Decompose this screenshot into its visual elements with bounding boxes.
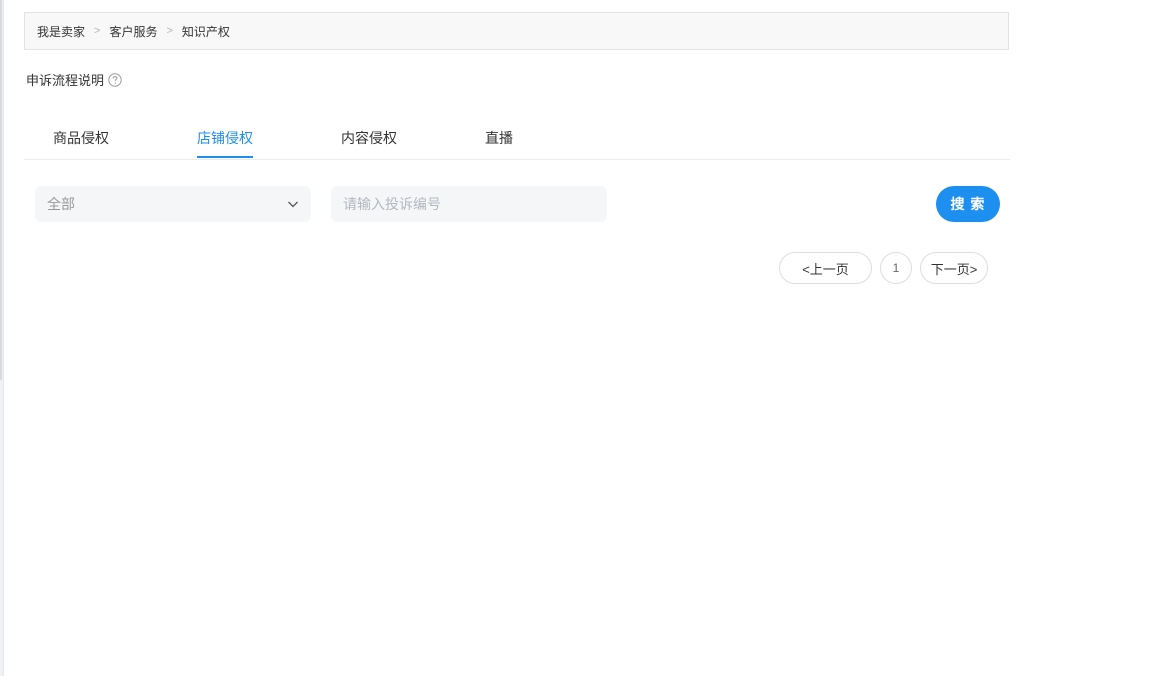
appeal-process-help[interactable]: 申诉流程说明 [26,70,122,89]
breadcrumb-item-seller[interactable]: 我是卖家 [37,23,85,40]
breadcrumb-separator: > [94,25,101,37]
left-edge-bar [0,0,4,676]
tab-bar: 商品侵权 店铺侵权 内容侵权 直播 [24,116,1010,160]
type-select[interactable]: 全部 [35,186,311,222]
question-circle-icon[interactable] [108,72,122,87]
breadcrumb-separator: > [166,25,173,37]
tab-store-infringement[interactable]: 店铺侵权 [197,128,253,148]
breadcrumb-item-customer-service[interactable]: 客户服务 [109,23,157,40]
type-select-value: 全部 [47,196,75,212]
prev-page-button[interactable]: <上一页 [779,252,872,284]
chevron-down-icon [288,201,298,208]
breadcrumb-item-ip[interactable]: 知识产权 [182,23,230,40]
page-number-button[interactable]: 1 [880,252,912,284]
next-page-button[interactable]: 下一页> [920,252,988,284]
breadcrumb: 我是卖家 > 客户服务 > 知识产权 [24,12,1009,50]
complaint-number-input[interactable] [331,186,607,222]
tab-product-infringement[interactable]: 商品侵权 [53,128,109,148]
tab-content-infringement[interactable]: 内容侵权 [341,128,397,148]
left-edge-scroll-mark [0,0,2,380]
tab-live[interactable]: 直播 [485,128,513,148]
appeal-process-label: 申诉流程说明 [26,73,105,88]
search-button[interactable]: 搜 索 [936,186,1000,222]
active-tab-indicator [197,156,253,158]
